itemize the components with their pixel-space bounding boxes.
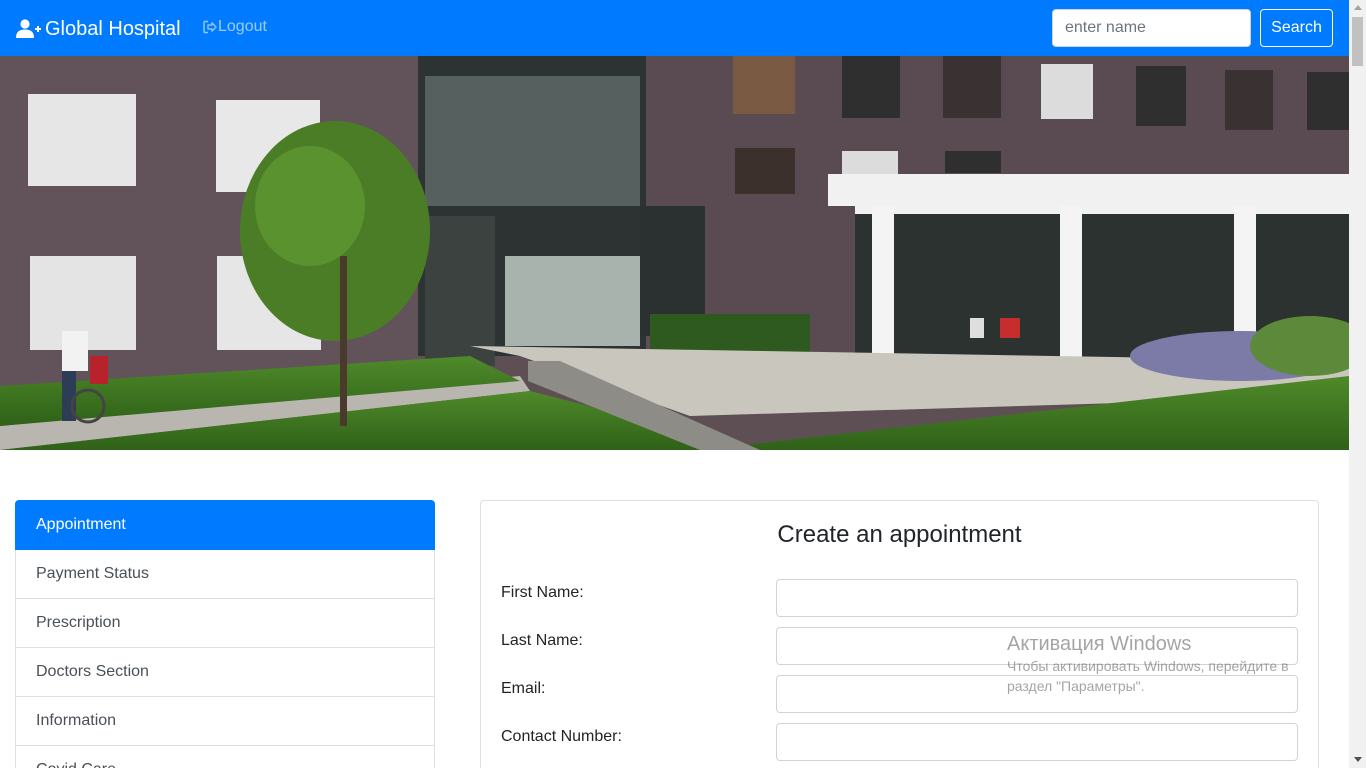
last-name-input[interactable] xyxy=(776,627,1298,665)
sidebar-nav-list: Appointment Payment Status Prescription … xyxy=(15,500,435,768)
last-name-label: Last Name: xyxy=(501,632,583,649)
sidebar-item-payment-status[interactable]: Payment Status xyxy=(15,550,435,599)
sidebar-item-prescription[interactable]: Prescription xyxy=(15,599,435,648)
sidebar-item-information[interactable]: Information xyxy=(15,697,435,746)
contact-number-label: Contact Number: xyxy=(501,728,622,745)
logout-label: Logout xyxy=(218,18,267,35)
user-plus-icon xyxy=(16,19,41,38)
contact-number-input[interactable] xyxy=(776,723,1298,761)
email-input[interactable] xyxy=(776,675,1298,713)
first-name-label: First Name: xyxy=(501,584,584,601)
appointment-form-card: Create an appointment First Name: Last N… xyxy=(480,500,1319,768)
sidebar-item-covid-care[interactable]: Covid Care xyxy=(15,746,435,768)
logout-link[interactable]: Logout xyxy=(203,18,267,36)
search-input[interactable] xyxy=(1052,9,1251,47)
sidebar-item-doctors-section[interactable]: Doctors Section xyxy=(15,648,435,697)
top-navbar: Global Hospital Logout Search xyxy=(0,0,1349,56)
hero-banner-image xyxy=(0,56,1349,450)
first-name-input[interactable] xyxy=(776,579,1298,617)
sign-out-icon xyxy=(203,20,217,34)
scroll-up-arrow-icon[interactable] xyxy=(1354,5,1362,10)
sidebar-item-appointment[interactable]: Appointment xyxy=(15,500,435,550)
form-title: Create an appointment xyxy=(777,521,1022,548)
brand-name: Global Hospital xyxy=(45,17,181,40)
brand-link[interactable]: Global Hospital xyxy=(16,14,181,44)
scroll-down-arrow-icon[interactable] xyxy=(1354,757,1362,762)
vertical-scrollbar[interactable] xyxy=(1349,0,1366,768)
hospital-building-photo xyxy=(0,56,1349,450)
search-button[interactable]: Search xyxy=(1260,9,1333,47)
scrollbar-thumb[interactable] xyxy=(1352,17,1363,66)
email-label: Email: xyxy=(501,680,546,697)
